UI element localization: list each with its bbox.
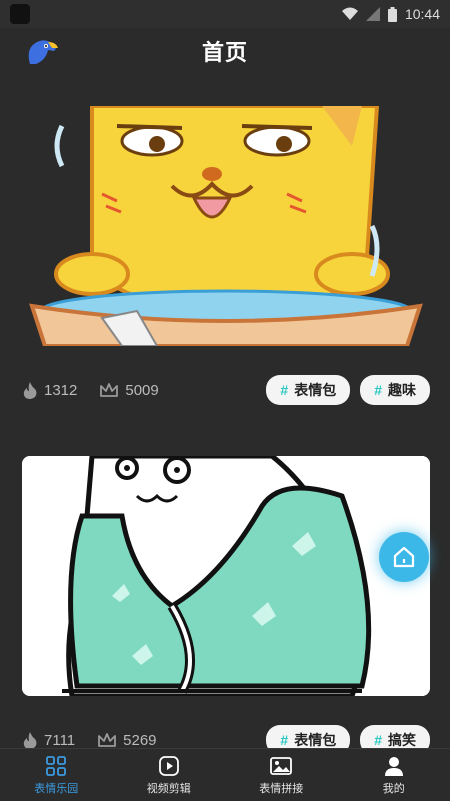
post-image-cat-in-tub[interactable] <box>22 106 430 346</box>
crown-count: 5269 <box>123 732 156 749</box>
page-title: 首页 <box>202 35 248 67</box>
notification-icon <box>10 4 30 24</box>
tag-label: 趣味 <box>388 380 416 400</box>
fire-icon <box>22 731 38 748</box>
parrot-logo-icon[interactable] <box>24 38 60 66</box>
meme-feed[interactable]: 1312 5009 # 表情包 # 趣味 <box>0 78 450 748</box>
top-bar: 首页 <box>0 28 450 74</box>
status-time: 10:44 <box>405 6 440 22</box>
post-meta: 1312 5009 # 表情包 # 趣味 <box>22 374 430 406</box>
crown-count: 5009 <box>125 382 158 399</box>
blanket-ghost-illustration <box>22 456 430 696</box>
tab-label: 表情乐园 <box>34 780 78 796</box>
fire-stat[interactable]: 7111 <box>22 731 75 748</box>
tab-label: 视频剪辑 <box>147 780 191 796</box>
tag-chip[interactable]: # 表情包 <box>266 725 350 748</box>
tab-mine[interactable]: 我的 <box>338 749 450 801</box>
user-icon <box>383 755 405 777</box>
crown-icon <box>97 732 117 748</box>
tab-video-edit[interactable]: 视频剪辑 <box>113 749 226 801</box>
tag-hash: # <box>374 732 382 748</box>
tab-meme-park[interactable]: 表情乐园 <box>0 749 113 801</box>
tag-chip[interactable]: # 搞笑 <box>360 725 430 748</box>
image-icon <box>269 755 293 777</box>
tag-list: # 表情包 # 趣味 <box>266 375 430 405</box>
fire-count: 7111 <box>44 732 75 749</box>
post-image-blanket-ghost[interactable] <box>22 456 430 696</box>
status-bar: 10:44 <box>0 0 450 28</box>
tag-hash: # <box>374 382 382 398</box>
tag-hash: # <box>280 732 288 748</box>
tag-chip[interactable]: # 趣味 <box>360 375 430 405</box>
wifi-icon <box>342 7 358 21</box>
battery-icon <box>388 7 397 22</box>
tag-label: 表情包 <box>294 730 336 748</box>
home-icon <box>392 545 416 569</box>
tab-label: 表情拼接 <box>259 780 303 796</box>
post-card[interactable]: 7111 5269 # 表情包 # 搞笑 <box>22 456 430 696</box>
crown-stat[interactable]: 5269 <box>97 732 156 749</box>
tag-list: # 表情包 # 搞笑 <box>266 725 430 748</box>
bottom-tab-bar: 表情乐园 视频剪辑 表情拼接 我的 <box>0 748 450 801</box>
signal-icon <box>366 7 380 21</box>
fire-icon <box>22 381 38 399</box>
crown-stat[interactable]: 5009 <box>99 382 158 399</box>
grid-icon <box>45 755 67 777</box>
fire-stat[interactable]: 1312 <box>22 381 77 399</box>
post-card[interactable]: 1312 5009 # 表情包 # 趣味 <box>22 106 430 346</box>
tag-label: 表情包 <box>294 380 336 400</box>
tag-chip[interactable]: # 表情包 <box>266 375 350 405</box>
tag-label: 搞笑 <box>388 730 416 748</box>
crown-icon <box>99 382 119 398</box>
tab-meme-collage[interactable]: 表情拼接 <box>225 749 338 801</box>
status-icons: 10:44 <box>342 6 440 22</box>
play-icon <box>158 755 180 777</box>
tab-label: 我的 <box>383 780 405 796</box>
floating-home-button[interactable] <box>379 532 429 582</box>
post-meta: 7111 5269 # 表情包 # 搞笑 <box>22 724 430 748</box>
fire-count: 1312 <box>44 382 77 399</box>
cat-bath-illustration <box>22 106 430 346</box>
tag-hash: # <box>280 382 288 398</box>
